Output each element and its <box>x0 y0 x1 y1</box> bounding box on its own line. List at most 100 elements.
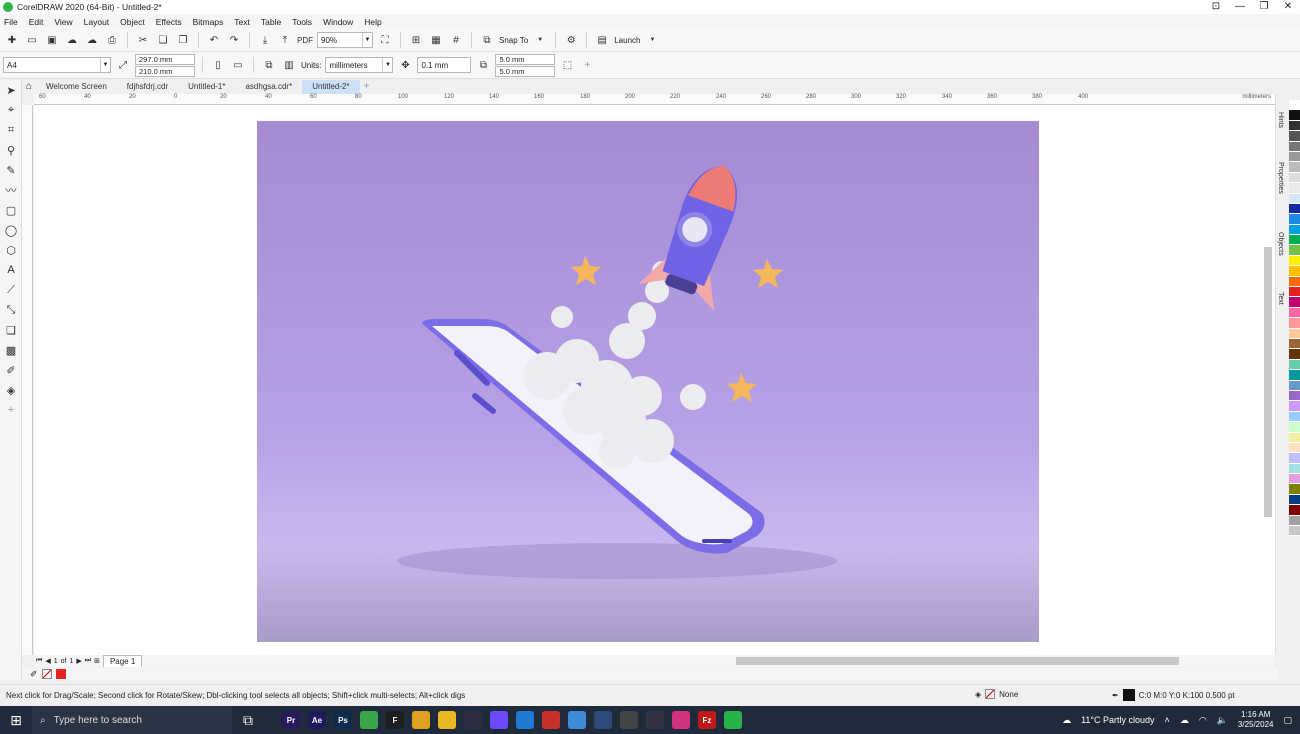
add-page-icon[interactable]: ⊞ <box>94 657 100 665</box>
launch-button[interactable]: Launch <box>614 36 640 45</box>
connector-tool-icon[interactable]: ⤡ <box>0 300 22 320</box>
rectangle-tool-icon[interactable]: ▢ <box>0 200 22 220</box>
palette-swatch[interactable] <box>1289 235 1300 246</box>
taskbar-app-vscode[interactable] <box>516 711 534 729</box>
palette-swatch[interactable] <box>1289 318 1300 329</box>
vertical-scrollbar[interactable] <box>1262 105 1275 655</box>
menu-effects[interactable]: Effects <box>156 17 182 27</box>
taskbar-app-app-nav[interactable] <box>594 711 612 729</box>
tab-fdjhsfdrj[interactable]: fdjhsfdrj.cdr <box>117 80 178 94</box>
print-icon[interactable]: ⎙ <box>104 32 120 48</box>
palette-swatch[interactable] <box>1289 494 1300 506</box>
vertical-ruler[interactable] <box>22 105 33 655</box>
palette-swatch[interactable] <box>1289 297 1300 308</box>
ellipse-tool-icon[interactable]: ◯ <box>0 220 22 240</box>
snap-to-icon[interactable]: ⧉ <box>479 32 495 48</box>
menu-bitmaps[interactable]: Bitmaps <box>193 17 224 27</box>
show-grid-icon[interactable]: ▦ <box>428 32 444 48</box>
palette-swatch[interactable] <box>1289 131 1300 142</box>
palette-swatch[interactable] <box>1289 411 1300 423</box>
menu-view[interactable]: View <box>54 17 72 27</box>
menu-file[interactable]: File <box>4 17 18 27</box>
docker-tab-objects[interactable]: Objects <box>1277 232 1284 256</box>
chevron-down-icon[interactable]: ▼ <box>532 32 548 48</box>
home-icon[interactable]: ⌂ <box>22 80 36 94</box>
new-tab-icon[interactable]: + <box>360 80 374 94</box>
palette-swatch[interactable] <box>1289 328 1300 339</box>
rocket-phone-image[interactable] <box>257 121 1039 642</box>
page-width-field[interactable]: 297.0 mm <box>135 53 195 65</box>
tab-untitled-1[interactable]: Untitled-1* <box>178 80 235 94</box>
taskbar-app-file-explorer[interactable] <box>438 711 456 729</box>
transparency-icon[interactable]: ▩ <box>0 340 22 360</box>
tab-untitled-2[interactable]: Untitled-2* <box>302 80 360 94</box>
weather-text[interactable]: 11°C Partly cloudy <box>1081 715 1154 725</box>
taskbar-app-coreldraw[interactable] <box>360 711 378 729</box>
palette-swatch[interactable] <box>1289 422 1300 433</box>
taskbar-app-notepad[interactable] <box>568 711 586 729</box>
prev-page-icon[interactable]: ◀ <box>45 657 50 665</box>
paste-icon[interactable]: ❐ <box>175 32 191 48</box>
minimize-button[interactable]: — <box>1228 0 1252 14</box>
new-document-icon[interactable]: ✚ <box>4 32 20 48</box>
taskbar-app-photoshop[interactable]: Ps <box>334 711 352 729</box>
cloud-open-icon[interactable]: ☁ <box>64 32 80 48</box>
page-size-select[interactable]: A4 ▼ <box>3 57 111 73</box>
menu-layout[interactable]: Layout <box>84 17 110 27</box>
menu-table[interactable]: Table <box>261 17 281 27</box>
palette-swatch[interactable] <box>1289 183 1300 194</box>
palette-swatch[interactable] <box>1289 442 1300 454</box>
parallel-dimension-icon[interactable]: ⟋ <box>0 280 22 300</box>
pick-tool-icon[interactable]: ➤ <box>0 80 22 100</box>
palette-swatch[interactable] <box>1289 432 1300 443</box>
redo-icon[interactable]: ↷ <box>226 32 242 48</box>
taskbar-app-figma[interactable]: F <box>386 711 404 729</box>
import-icon[interactable]: ⤓ <box>257 32 273 48</box>
maximize-button[interactable]: ❐ <box>1252 0 1276 14</box>
menu-tools[interactable]: Tools <box>292 17 312 27</box>
palette-swatch[interactable] <box>1289 193 1300 204</box>
drawing-canvas[interactable] <box>34 105 1262 655</box>
show-guidelines-icon[interactable]: # <box>448 32 464 48</box>
palette-swatch[interactable] <box>1289 276 1300 288</box>
export-icon[interactable]: ⤒ <box>277 32 293 48</box>
portrait-icon[interactable]: ▯ <box>210 57 226 73</box>
cut-icon[interactable]: ✂ <box>135 32 151 48</box>
menu-object[interactable]: Object <box>120 17 145 27</box>
add-tool-icon[interactable]: + <box>0 400 22 420</box>
eyedropper-icon[interactable]: ✐ <box>30 669 38 680</box>
drop-shadow-icon[interactable]: ❏ <box>0 320 22 340</box>
add-icon[interactable]: + <box>579 57 595 73</box>
taskbar-app-whatsapp[interactable] <box>724 711 742 729</box>
open-folder-icon[interactable]: ▭ <box>24 32 40 48</box>
landscape-icon[interactable]: ▭ <box>230 57 246 73</box>
horizontal-ruler[interactable]: 60 40 20 0 20 40 60 80 100 120 140 160 1… <box>34 94 1275 105</box>
show-rulers-icon[interactable]: ⊞ <box>408 32 424 48</box>
cloud-save-icon[interactable]: ☁ <box>84 32 100 48</box>
menu-edit[interactable]: Edit <box>29 17 44 27</box>
docker-tab-hints[interactable]: Hints <box>1277 112 1284 128</box>
notifications-icon[interactable]: ▢ <box>1283 715 1292 726</box>
palette-swatch[interactable] <box>1289 484 1300 495</box>
palette-swatch[interactable] <box>1289 162 1300 173</box>
palette-swatch[interactable] <box>1289 338 1300 350</box>
units-select[interactable]: millimeters ▼ <box>325 57 394 73</box>
eyedropper-icon[interactable]: ✐ <box>0 360 22 380</box>
taskbar-app-chrome[interactable] <box>412 711 430 729</box>
palette-swatch[interactable] <box>1289 359 1300 371</box>
tab-welcome-screen[interactable]: Welcome Screen <box>36 80 117 94</box>
taskbar-app-app-red[interactable] <box>542 711 560 729</box>
taskbar-search[interactable]: ⌕ Type here to search <box>32 706 232 734</box>
last-page-icon[interactable]: ⏭ <box>85 657 91 665</box>
red-swatch[interactable] <box>55 669 66 679</box>
shape-tool-icon[interactable]: ⌖ <box>0 100 22 120</box>
taskbar-app-filezilla[interactable]: Fz <box>698 711 716 729</box>
palette-swatch[interactable] <box>1289 287 1300 298</box>
palette-swatch[interactable] <box>1289 141 1300 152</box>
windows-start-icon[interactable]: ⊞ <box>0 706 32 734</box>
palette-swatch[interactable] <box>1289 203 1300 215</box>
taskbar-app-premiere[interactable]: Pr <box>282 711 300 729</box>
full-screen-icon[interactable]: ⛶ <box>377 32 393 48</box>
show-hidden-icons[interactable]: ˄ <box>1165 715 1170 725</box>
tab-asdhgsa[interactable]: asdhgsa.cdr* <box>235 80 302 94</box>
